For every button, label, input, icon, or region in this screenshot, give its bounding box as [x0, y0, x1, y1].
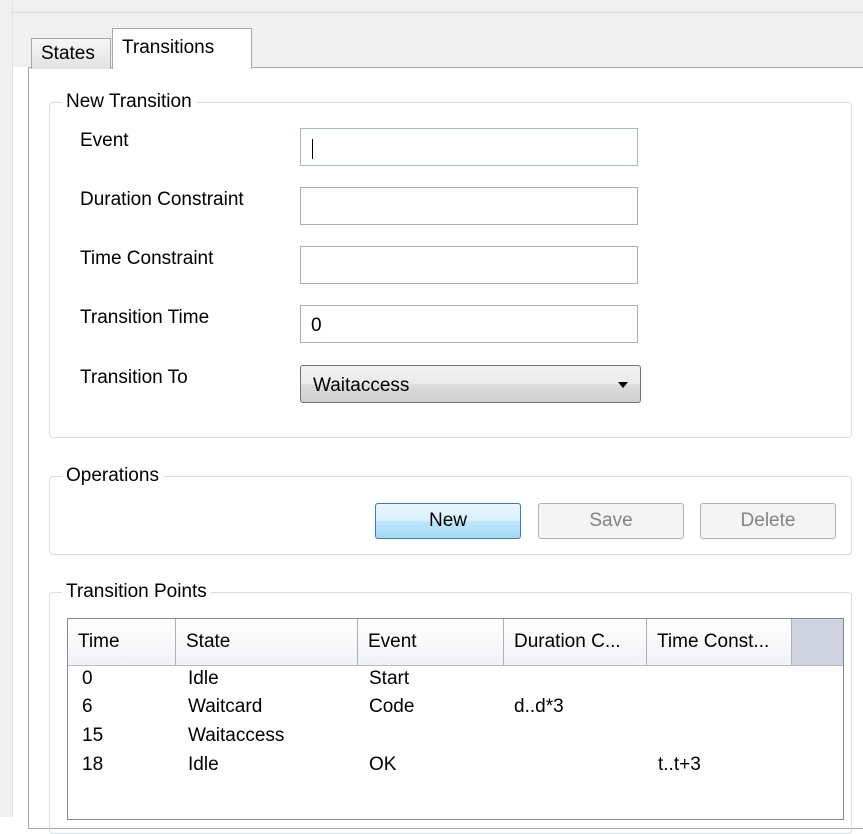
- window-left-edge: [0, 0, 13, 817]
- operations-title: Operations: [62, 465, 163, 487]
- text-caret: [312, 138, 313, 159]
- transition-to-label: Transition To: [80, 367, 188, 388]
- cell-event: Start: [369, 668, 410, 689]
- duration-constraint-input[interactable]: [300, 187, 638, 225]
- cell-state: Idle: [188, 754, 219, 775]
- cell-state: Waitaccess: [188, 725, 285, 746]
- column-header-time-constraint[interactable]: Time Const...: [647, 619, 792, 665]
- event-label: Event: [80, 130, 129, 151]
- transition-to-value: Waitaccess: [313, 375, 410, 396]
- cell-state: Idle: [188, 668, 219, 689]
- cell-duration: d..d*3: [514, 696, 564, 717]
- transition-time-label: Transition Time: [80, 307, 210, 328]
- save-button[interactable]: Save: [538, 503, 684, 539]
- new-transition-title: New Transition: [62, 91, 196, 113]
- cell-time: 18: [82, 754, 104, 775]
- cell-event: OK: [369, 754, 397, 775]
- cell-event: Code: [369, 696, 415, 717]
- cell-time: 15: [82, 725, 104, 746]
- cell-time-constraint: t..t+3: [658, 754, 701, 775]
- column-header-time[interactable]: Time: [68, 619, 176, 665]
- new-button[interactable]: New: [375, 503, 521, 539]
- tab-states[interactable]: States: [31, 38, 111, 69]
- list-header: Time State Event Duration C... Time Cons…: [68, 619, 843, 666]
- cell-state: Waitcard: [188, 696, 263, 717]
- transition-time-input[interactable]: 0: [300, 305, 638, 343]
- time-constraint-label: Time Constraint: [80, 248, 214, 269]
- column-header-event[interactable]: Event: [358, 619, 504, 665]
- chevron-down-icon: [618, 382, 628, 388]
- column-header-duration[interactable]: Duration C...: [504, 619, 647, 665]
- delete-button[interactable]: Delete: [700, 503, 836, 539]
- transition-points-list[interactable]: Time State Event Duration C... Time Cons…: [67, 618, 844, 820]
- duration-constraint-label: Duration Constraint: [80, 189, 244, 210]
- transition-points-title: Transition Points: [62, 581, 211, 603]
- column-header-state[interactable]: State: [176, 619, 358, 665]
- event-input[interactable]: [300, 128, 638, 166]
- cell-time: 6: [82, 696, 93, 717]
- time-constraint-input[interactable]: [300, 246, 638, 284]
- window-top-edge: [0, 0, 863, 13]
- cell-time: 0: [82, 668, 93, 689]
- tab-transitions[interactable]: Transitions: [112, 28, 252, 69]
- transition-to-select[interactable]: Waitaccess: [300, 365, 641, 403]
